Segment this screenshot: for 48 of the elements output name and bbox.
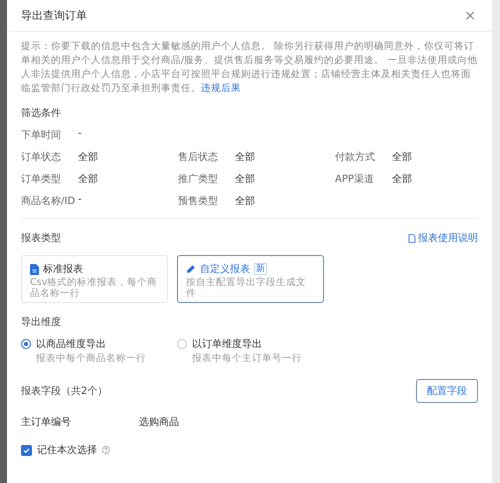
filter-label: 推广类型 [178,172,219,186]
report-type-card[interactable]: 标准报表 Csv格式的标准报表，每个商品名称一行 [21,255,168,303]
filter-value: - [78,194,82,207]
radio-description: 报表中每个商品名称一行 [36,352,147,365]
field-name: 选购商品 [139,416,180,429]
filter-label: 付款方式 [335,150,376,164]
remember-checkbox[interactable] [21,444,32,456]
close-button[interactable]: × [462,8,478,22]
filter-label: 订单状态 [21,150,62,164]
filter-value: 全部 [235,194,255,208]
filter-value: 全部 [78,172,98,186]
dialog-title: 导出查询订单 [21,8,87,23]
new-badge: 新 [254,263,267,275]
notice-text: 提示：你要下载的信息中包含大量敏感的用户个人信息。 除你另行获得用户的明确同意外，你仅可将订单相关的用户个人信息用于交付商品/服务、提供售后服务等交易履约的必要用途。 一旦非法使用或向他人非法提供用户个人信息，小店平台可按照平台规则进行违规处置；店铺经营主体及相关责任人也将面临监管部门行政处罚乃至承担刑事责任。违规后果 [21,40,478,96]
card-title: 标准报表 [43,262,83,276]
section-title: 报表字段（共2个） [21,384,108,398]
report-type-card[interactable]: 自定义报表 新 按自主配置导出字段生成文件 [177,255,324,303]
filter-value: 全部 [392,150,412,164]
filter-value: 全部 [235,172,255,186]
card-description: 按自主配置导出字段生成文件 [186,277,307,299]
radio-label: 以商品维度导出 [36,338,106,351]
filter-value: - [78,128,82,141]
remember-label: 记住本次选择 [37,444,97,457]
card-description: Csv格式的标准报表，每个商品名称一行 [30,277,158,299]
filter-value: 全部 [235,150,255,164]
section-title: 导出维度 [21,316,61,329]
document-icon [408,234,416,242]
help-icon[interactable] [102,446,110,454]
filter-label: 商品名称/ID [21,194,76,208]
radio-button[interactable] [21,339,31,349]
filter-label: 预售类型 [178,194,219,208]
configure-fields-button[interactable]: 配置字段 [416,379,478,403]
radio-description: 报表中每个主订单号一行 [192,352,303,365]
card-title: 自定义报表 [200,262,250,276]
pencil-icon [186,264,196,274]
radio-label: 以订单维度导出 [192,338,262,351]
filter-value: 全部 [78,150,98,164]
report-help-link[interactable]: 报表使用说明 [408,231,478,245]
document-icon [30,264,39,274]
filter-label: 订单类型 [21,172,62,186]
filter-value: 全部 [392,172,412,186]
filter-label: 下单时间 [21,128,62,142]
violation-link[interactable]: 违规后果 [201,83,241,94]
section-title: 筛选条件 [21,106,61,120]
field-name: 主订单编号 [21,416,72,429]
filter-label: APP渠道 [335,172,375,186]
filter-label: 售后状态 [178,150,219,164]
section-title: 报表类型 [21,232,61,245]
